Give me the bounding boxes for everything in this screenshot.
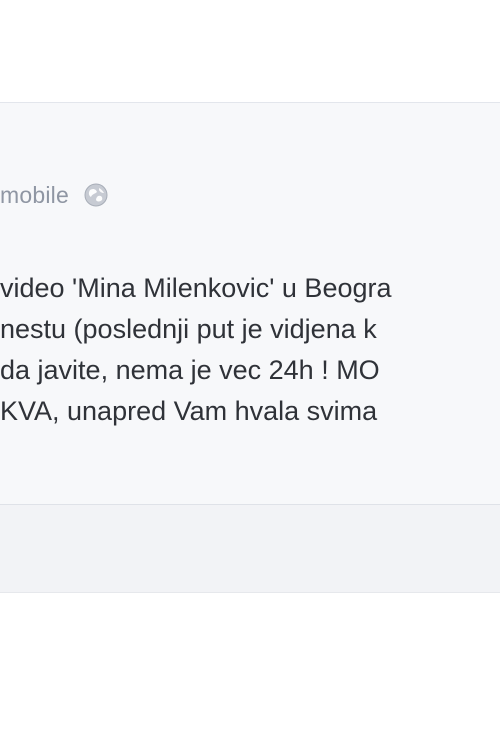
post-body-text: video 'Mina Milenkovic' u Beogra nestu (… — [0, 268, 500, 432]
post-card-footer — [0, 505, 500, 593]
post-text-line: nestu (poslednji put je vidjena k — [0, 314, 377, 344]
post-text-line: da javite, nema je vec 24h ! MO — [0, 355, 380, 385]
post-text-line: KVA, unapred Vam hvala svima — [0, 396, 378, 426]
globe-icon[interactable] — [83, 182, 109, 208]
post-source-text: mobile — [0, 181, 69, 208]
post-meta-row: mobile — [0, 178, 109, 212]
post-text-line: video 'Mina Milenkovic' u Beogra — [0, 273, 392, 303]
screenshot-page: mobile video 'Mina Milenkovic' u Beogra … — [0, 0, 500, 750]
